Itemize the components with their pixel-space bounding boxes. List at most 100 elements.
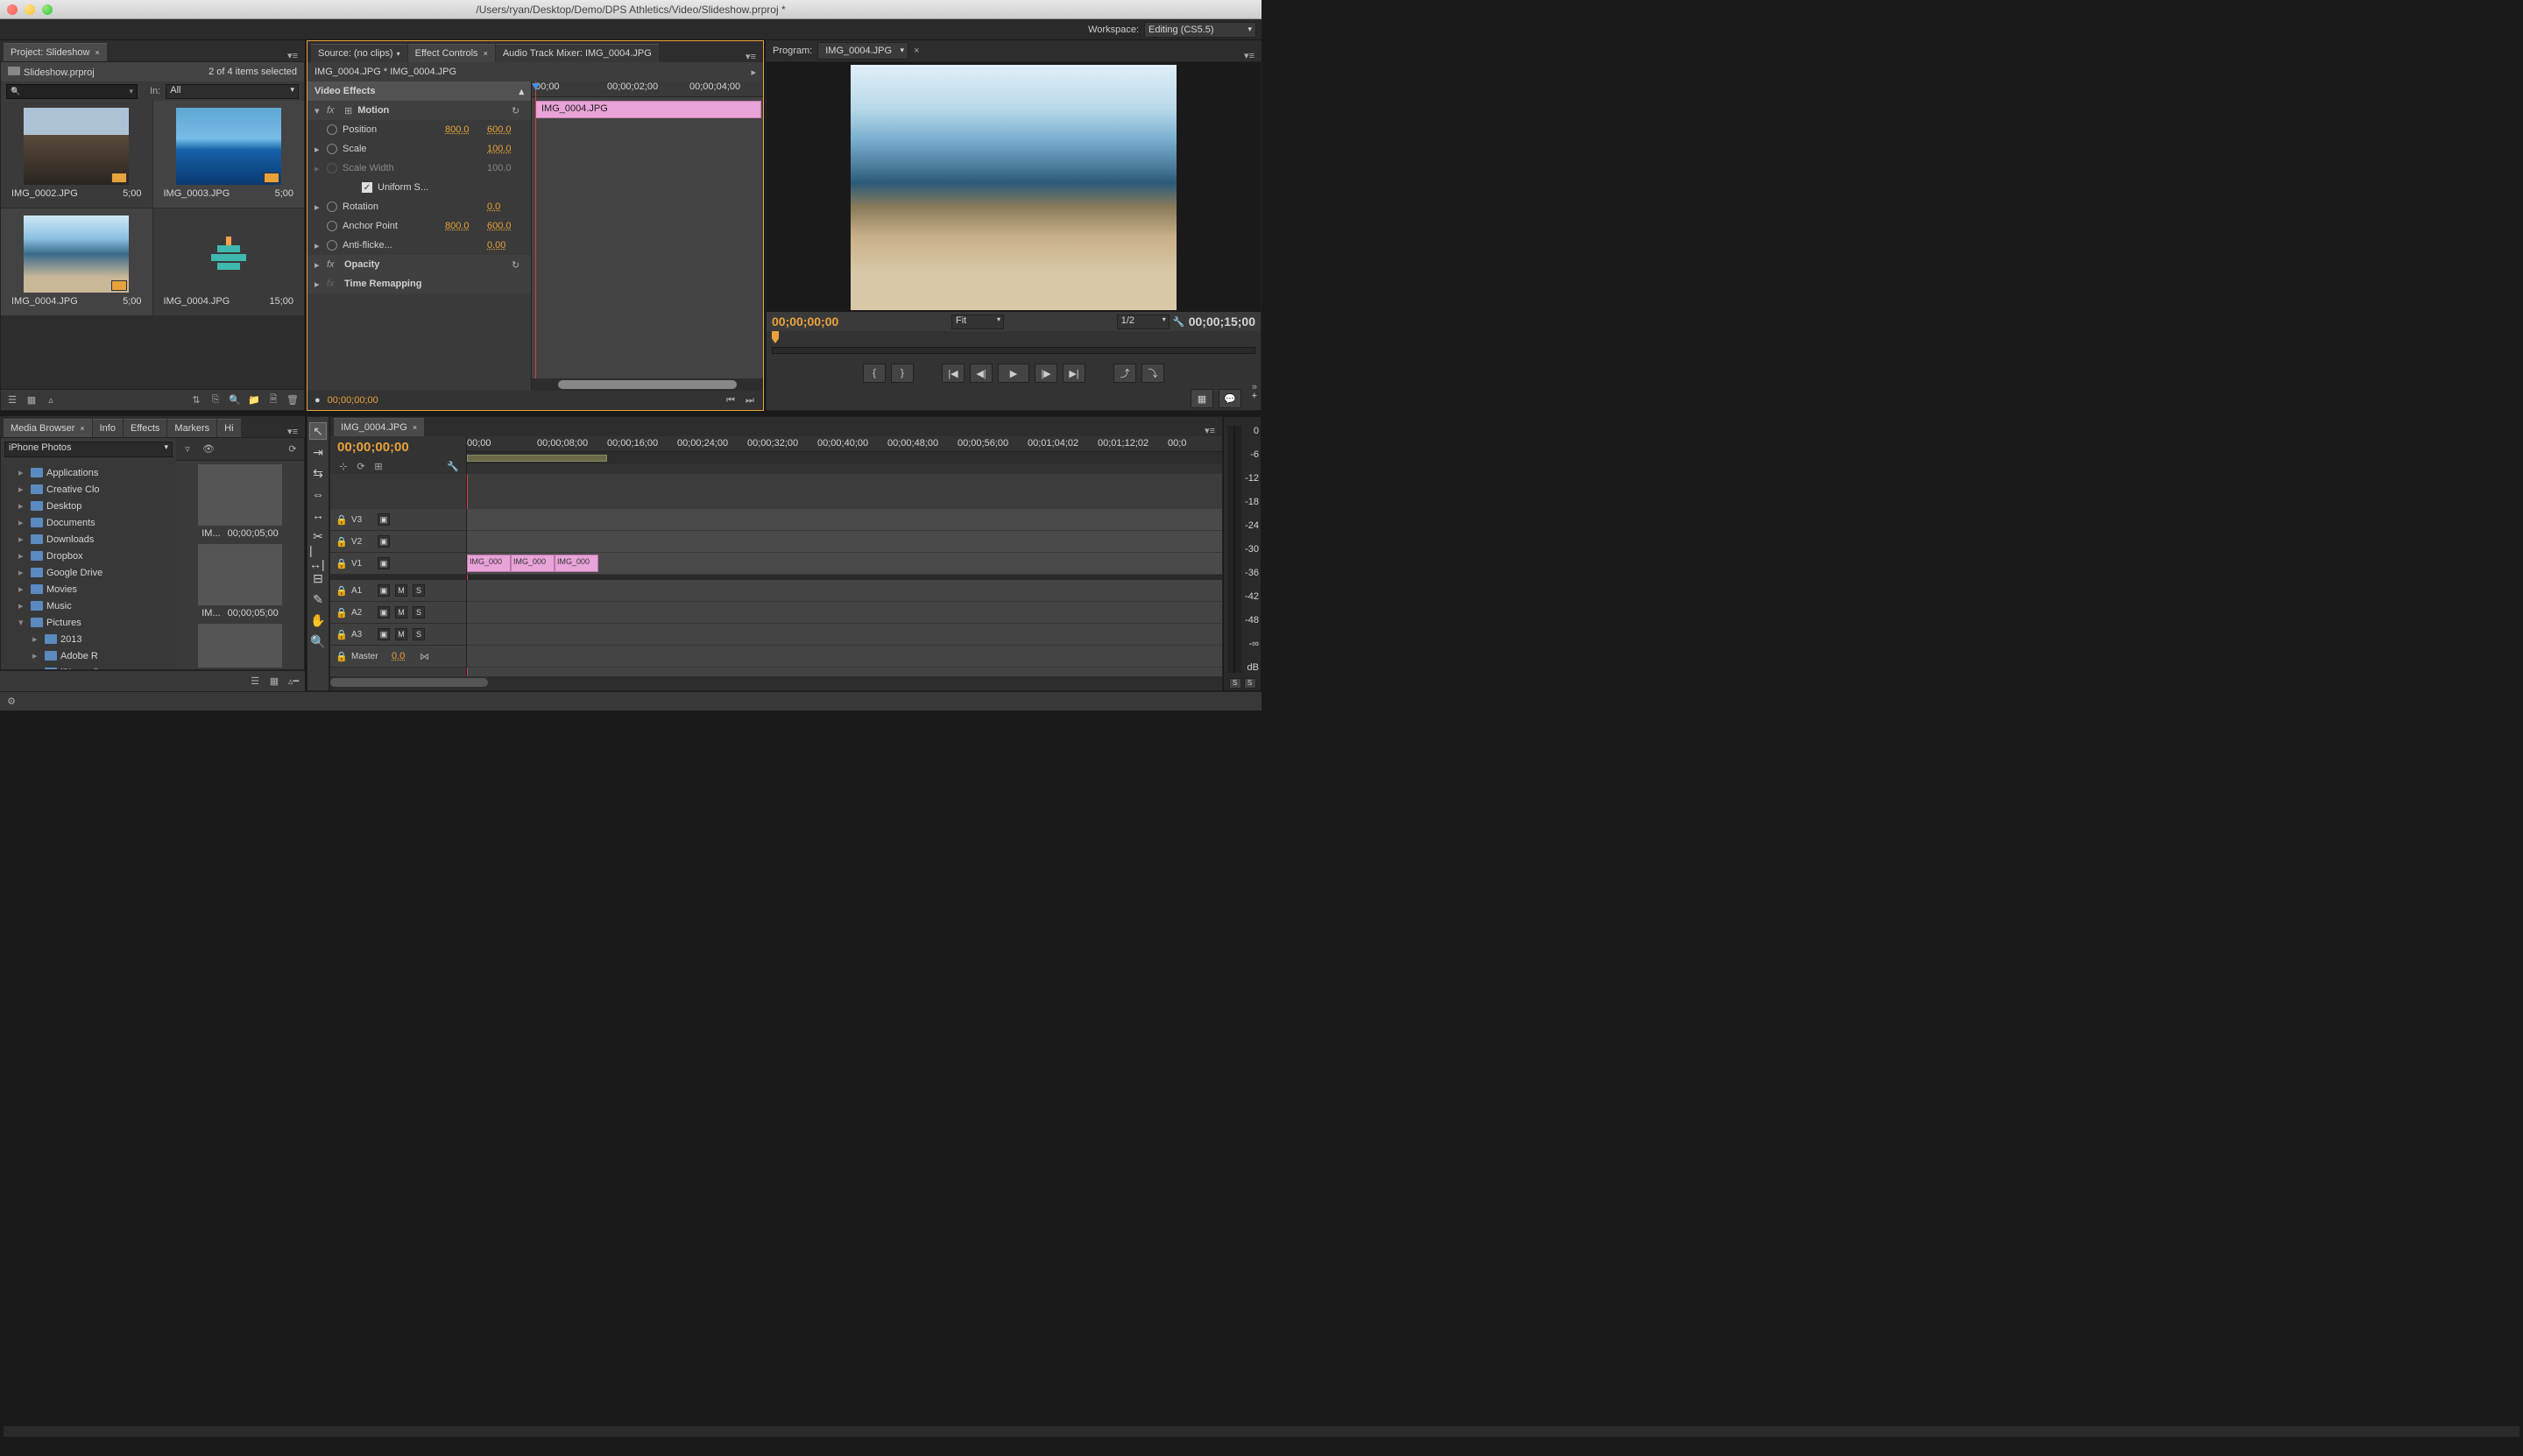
- track-header-a2[interactable]: 🔒A2▣MS: [330, 602, 466, 624]
- export-frame-button[interactable]: ▦: [1191, 389, 1213, 408]
- track-a2[interactable]: [467, 602, 1222, 624]
- tab-media-browser[interactable]: Media Browser×: [4, 419, 92, 437]
- tab-sequence[interactable]: IMG_0004.JPG×: [334, 418, 424, 436]
- timeline-clip[interactable]: IMG_000: [555, 555, 598, 572]
- solo-button[interactable]: S: [1244, 678, 1256, 689]
- folder-item[interactable]: ▸Downloads: [1, 531, 176, 548]
- keyframe-toggle-icon[interactable]: [327, 221, 337, 231]
- panel-menu-icon[interactable]: ▾≡: [742, 51, 760, 62]
- mark-out-button[interactable]: }: [891, 364, 914, 383]
- timeline-timecode[interactable]: 00;00;00;00: [330, 436, 466, 458]
- solo-button[interactable]: S: [1229, 678, 1241, 689]
- add-button-icon[interactable]: +: [1252, 391, 1257, 401]
- selection-tool[interactable]: ↖: [309, 422, 327, 440]
- project-item[interactable]: IMG_0002.JPG5;00: [1, 101, 152, 208]
- mute-button[interactable]: M: [395, 606, 407, 618]
- mb-item[interactable]: IM...00;00;05;00: [180, 464, 300, 539]
- project-search-input[interactable]: ▾: [6, 84, 138, 99]
- ec-timeline[interactable]: 00;00 00;00;02;00 00;00;04;00 IMG_0004.J…: [531, 81, 763, 391]
- ec-nav-icon[interactable]: ⏭: [744, 394, 756, 406]
- track-a3[interactable]: [467, 624, 1222, 646]
- folder-item[interactable]: ▸Applications: [1, 464, 176, 481]
- folder-item[interactable]: ▸Google Drive: [1, 564, 176, 581]
- close-icon[interactable]: ×: [908, 46, 924, 56]
- ec-nav-icon[interactable]: ⏮: [724, 394, 737, 406]
- keyframe-toggle-icon[interactable]: [327, 201, 337, 212]
- tab-info[interactable]: Info: [93, 419, 123, 437]
- thumbnail-view-icon[interactable]: ▦: [268, 675, 280, 688]
- slide-tool[interactable]: ⊟: [309, 569, 327, 587]
- program-monitor[interactable]: [767, 62, 1261, 312]
- workspace-dropdown[interactable]: Editing (CS5.5): [1144, 22, 1256, 38]
- mute-button[interactable]: M: [395, 628, 407, 640]
- mark-in-button[interactable]: {: [863, 364, 886, 383]
- folder-item[interactable]: ▸Documents: [1, 514, 176, 531]
- project-item[interactable]: IMG_0003.JPG5;00: [153, 101, 305, 208]
- solo-button[interactable]: S: [413, 584, 425, 597]
- track-a1[interactable]: [467, 580, 1222, 602]
- sort-icon[interactable]: ⇅: [190, 394, 202, 406]
- go-to-in-button[interactable]: |◀: [942, 364, 965, 383]
- program-sequence-dropdown[interactable]: IMG_0004.JPG: [817, 42, 908, 60]
- timeline-tracks[interactable]: IMG_000 IMG_000 IMG_000: [467, 474, 1222, 676]
- new-bin-icon[interactable]: 📁: [248, 394, 260, 406]
- scrub-playhead[interactable]: [772, 331, 779, 343]
- keyframe-toggle-icon[interactable]: [327, 124, 337, 135]
- snap-icon[interactable]: ⊹: [337, 460, 350, 472]
- timeline-ruler[interactable]: 00;0000;00;08;0000;00;16;0000;00;24;0000…: [467, 436, 1222, 452]
- track-header-master[interactable]: 🔒Master0.0⋈: [330, 646, 466, 668]
- slip-tool[interactable]: |↔|: [309, 548, 327, 566]
- folder-item[interactable]: ▸Dropbox: [1, 548, 176, 564]
- mb-root-dropdown[interactable]: iPhone Photos: [4, 442, 173, 457]
- folder-item[interactable]: ▾Pictures: [1, 614, 176, 631]
- settings-icon[interactable]: 🔧: [1173, 315, 1185, 328]
- panel-menu-icon[interactable]: ▾≡: [1240, 50, 1258, 61]
- razor-tool[interactable]: ✂: [309, 527, 327, 545]
- time-remapping-effect[interactable]: ▸fx Time Remapping: [307, 274, 531, 293]
- video-effects-header[interactable]: Video Effects▴: [307, 81, 531, 101]
- new-item-icon[interactable]: 🗎: [267, 394, 279, 406]
- panel-menu-icon[interactable]: ▾≡: [284, 426, 301, 437]
- link-icon[interactable]: ⊞: [372, 460, 385, 472]
- project-item[interactable]: IMG_0004.JPG5;00: [1, 209, 152, 315]
- mb-item[interactable]: IM...00;00;05;00: [180, 544, 300, 618]
- ec-ruler[interactable]: 00;00 00;00;02;00 00;00;04;00: [532, 81, 763, 97]
- project-item[interactable]: IMG_0004.JPG15;00: [153, 209, 305, 315]
- toggle-output-icon[interactable]: ▣: [378, 513, 390, 526]
- marker-icon[interactable]: ⟳: [355, 460, 367, 472]
- refresh-icon[interactable]: ⟳: [286, 443, 299, 456]
- mb-item[interactable]: [180, 624, 300, 668]
- hand-tool[interactable]: ✋: [309, 611, 327, 629]
- timeline-clip[interactable]: IMG_000: [467, 555, 511, 572]
- position-property[interactable]: Position 800.0 600.0: [307, 120, 531, 139]
- zoom-dropdown[interactable]: Fit: [951, 315, 1004, 329]
- ingest-icon[interactable]: 👁: [202, 443, 215, 456]
- folder-item[interactable]: ▸Movies: [1, 581, 176, 597]
- play-button[interactable]: ▶: [998, 364, 1029, 383]
- trash-icon[interactable]: 🗑: [286, 394, 299, 406]
- zoom-slider-icon[interactable]: ▵━: [287, 675, 300, 688]
- mute-button[interactable]: M: [395, 584, 407, 597]
- panel-menu-icon[interactable]: ▾≡: [284, 50, 301, 61]
- folder-item[interactable]: ▸Music: [1, 597, 176, 614]
- pen-tool[interactable]: ✎: [309, 590, 327, 608]
- folder-item[interactable]: ▸Desktop: [1, 498, 176, 514]
- settings-icon[interactable]: 🔧: [447, 460, 459, 472]
- tab-effect-controls[interactable]: Effect Controls×: [408, 44, 495, 62]
- track-header-v2[interactable]: 🔒V2▣: [330, 531, 466, 553]
- opacity-effect[interactable]: ▸fx Opacity ↻: [307, 255, 531, 274]
- resolution-dropdown[interactable]: 1/2: [1117, 315, 1170, 329]
- program-scrubber[interactable]: [767, 331, 1261, 359]
- rate-stretch-tool[interactable]: ↔: [309, 506, 327, 524]
- keyframe-toggle-icon[interactable]: [327, 144, 337, 154]
- toggle-output-icon[interactable]: ▣: [378, 535, 390, 548]
- track-select-tool[interactable]: ⇥: [309, 443, 327, 461]
- step-back-button[interactable]: ◀|: [970, 364, 993, 383]
- track-v3[interactable]: [467, 509, 1222, 531]
- solo-button[interactable]: S: [413, 606, 425, 618]
- timeline-zoom-scrollbar[interactable]: [330, 676, 1222, 690]
- zoom-tool[interactable]: 🔍: [309, 633, 327, 650]
- tab-source[interactable]: Source: (no clips)▾: [311, 44, 407, 62]
- comparison-button[interactable]: 💬: [1219, 389, 1241, 408]
- tab-history[interactable]: Hi: [217, 419, 240, 437]
